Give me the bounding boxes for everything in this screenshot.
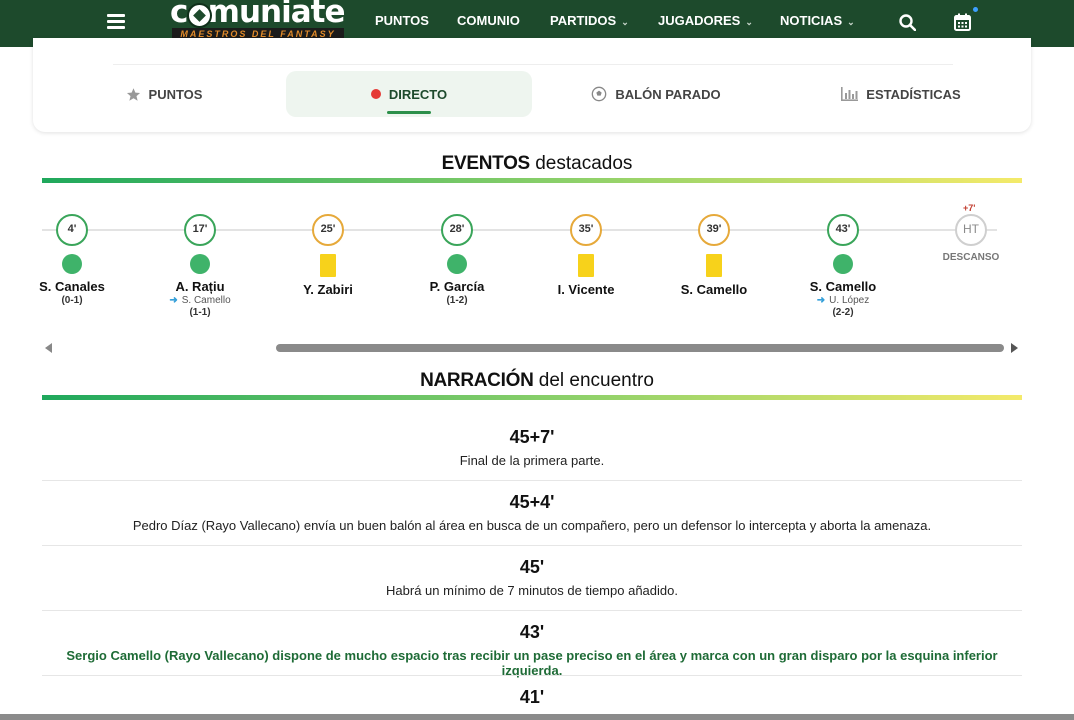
- narration-entry: 45+4' Pedro Díaz (Rayo Vallecano) envía …: [42, 492, 1022, 533]
- nav-puntos[interactable]: PUNTOS: [375, 13, 429, 33]
- bar-chart-icon: [841, 87, 859, 101]
- event-player: S. Camello: [809, 279, 877, 294]
- narration-entry: 41': [42, 687, 1022, 708]
- narration-entry: 45' Habrá un mínimo de 7 minutos de tiem…: [42, 557, 1022, 598]
- arrow-right-icon: ➜: [169, 295, 178, 306]
- goal-icon: [447, 254, 467, 274]
- event-minute: 28': [441, 214, 473, 246]
- event-assist: ➜ U. López: [816, 295, 870, 306]
- tab-puntos[interactable]: PUNTOS: [102, 71, 226, 117]
- narration-minute: 41': [519, 687, 545, 707]
- goal-icon: [833, 254, 853, 274]
- narration-text: Pedro Díaz (Rayo Vallecano) envía un bue…: [132, 518, 932, 533]
- yellow-card-icon: [320, 254, 336, 277]
- scroll-left-arrow[interactable]: [45, 343, 52, 353]
- event-minute: 17': [184, 214, 216, 246]
- halftime-marker: HT: [955, 214, 987, 246]
- event-assist: ➜ S. Camello: [169, 295, 231, 306]
- narration-entry: 43' Sergio Camello (Rayo Vallecano) disp…: [42, 622, 1022, 678]
- divider: [42, 480, 1022, 481]
- nav-noticias[interactable]: NOTICIAS ⌄: [780, 13, 855, 33]
- event-minute: 25': [312, 214, 344, 246]
- timeline-event[interactable]: 17' A. Rațiu ➜ S. Camello (1-1): [136, 214, 264, 318]
- narration-text: Final de la primera parte.: [459, 453, 605, 468]
- nav-jugadores[interactable]: JUGADORES ⌄: [658, 13, 753, 33]
- event-player: P. García: [429, 279, 485, 294]
- event-minute: 35': [570, 214, 602, 246]
- search-icon[interactable]: [899, 14, 916, 31]
- event-score: (0-1): [61, 295, 83, 306]
- nav-partidos[interactable]: PARTIDOS ⌄: [550, 13, 629, 33]
- event-minute: 4': [56, 214, 88, 246]
- narration-entry: 45+7' Final de la primera parte.: [42, 427, 1022, 468]
- menu-icon[interactable]: [107, 14, 125, 30]
- divider: [113, 64, 953, 65]
- timeline-scrollbar-thumb[interactable]: [276, 344, 1004, 352]
- notification-dot: [973, 7, 978, 12]
- calendar-icon[interactable]: [954, 13, 971, 31]
- goal-icon: [62, 254, 82, 274]
- timeline-event[interactable]: 28' P. García (1-2): [393, 214, 521, 306]
- timeline-event[interactable]: 43' S. Camello ➜ U. López (2-2): [779, 214, 907, 318]
- window-bottom-bar: [0, 714, 1074, 720]
- timeline-event[interactable]: 4' S. Canales (0-1): [8, 214, 136, 306]
- event-minute: 43': [827, 214, 859, 246]
- narration-text: Sergio Camello (Rayo Vallecano) dispone …: [66, 648, 998, 678]
- event-player: Y. Zabiri: [303, 282, 353, 297]
- narration-section-title: NARRACIÓN del encuentro: [420, 370, 654, 391]
- scroll-right-arrow[interactable]: [1011, 343, 1018, 353]
- arrow-right-icon: ➜: [816, 295, 826, 306]
- yellow-card-icon: [578, 254, 594, 277]
- goal-icon: [190, 254, 210, 274]
- event-score: (1-2): [446, 295, 468, 306]
- section-gradient-bar: [42, 178, 1022, 183]
- section-gradient-bar: [42, 395, 1022, 400]
- narration-minute: 45+7': [509, 427, 555, 447]
- narration-minute: 45': [519, 557, 545, 577]
- star-icon: [126, 87, 140, 101]
- tab-estadisticas[interactable]: ESTADÍSTICAS: [836, 71, 966, 117]
- chevron-down-icon: ⌄: [847, 17, 855, 27]
- event-minute: 39': [698, 214, 730, 246]
- yellow-card-icon: [706, 254, 722, 277]
- soccer-ball-icon: [187, 3, 212, 28]
- event-player: S. Canales: [39, 279, 105, 294]
- narration-minute: 43': [519, 622, 545, 642]
- timeline-event[interactable]: 39' S. Camello: [650, 214, 778, 297]
- narration-minute: 45+4': [509, 492, 555, 512]
- nav-comunio[interactable]: COMUNIO: [457, 13, 520, 33]
- divider: [42, 610, 1022, 611]
- live-dot-icon: [370, 89, 381, 99]
- event-player: A. Rațiu: [175, 279, 225, 294]
- event-player: I. Vicente: [557, 282, 615, 297]
- active-tab-indicator: [387, 111, 431, 114]
- chevron-down-icon: ⌄: [621, 17, 629, 27]
- divider: [42, 675, 1022, 676]
- event-player: S. Camello: [680, 282, 748, 297]
- event-score: (2-2): [832, 307, 854, 318]
- added-time-label: +7': [963, 203, 976, 213]
- timeline-event[interactable]: 25' Y. Zabiri: [264, 214, 392, 297]
- timeline-halftime[interactable]: HT DESCANSO: [907, 214, 1035, 263]
- events-section-title: EVENTOS destacados: [441, 153, 633, 174]
- soccer-ball-icon: [592, 86, 607, 102]
- divider: [42, 545, 1022, 546]
- tab-balon-parado[interactable]: BALÓN PARADO: [586, 71, 726, 117]
- narration-text: Habrá un mínimo de 7 minutos de tiempo a…: [386, 583, 678, 598]
- event-score: (1-1): [189, 307, 211, 318]
- halftime-caption: DESCANSO: [942, 252, 1000, 263]
- chevron-down-icon: ⌄: [745, 17, 753, 27]
- timeline-event[interactable]: 35' I. Vicente: [522, 214, 650, 297]
